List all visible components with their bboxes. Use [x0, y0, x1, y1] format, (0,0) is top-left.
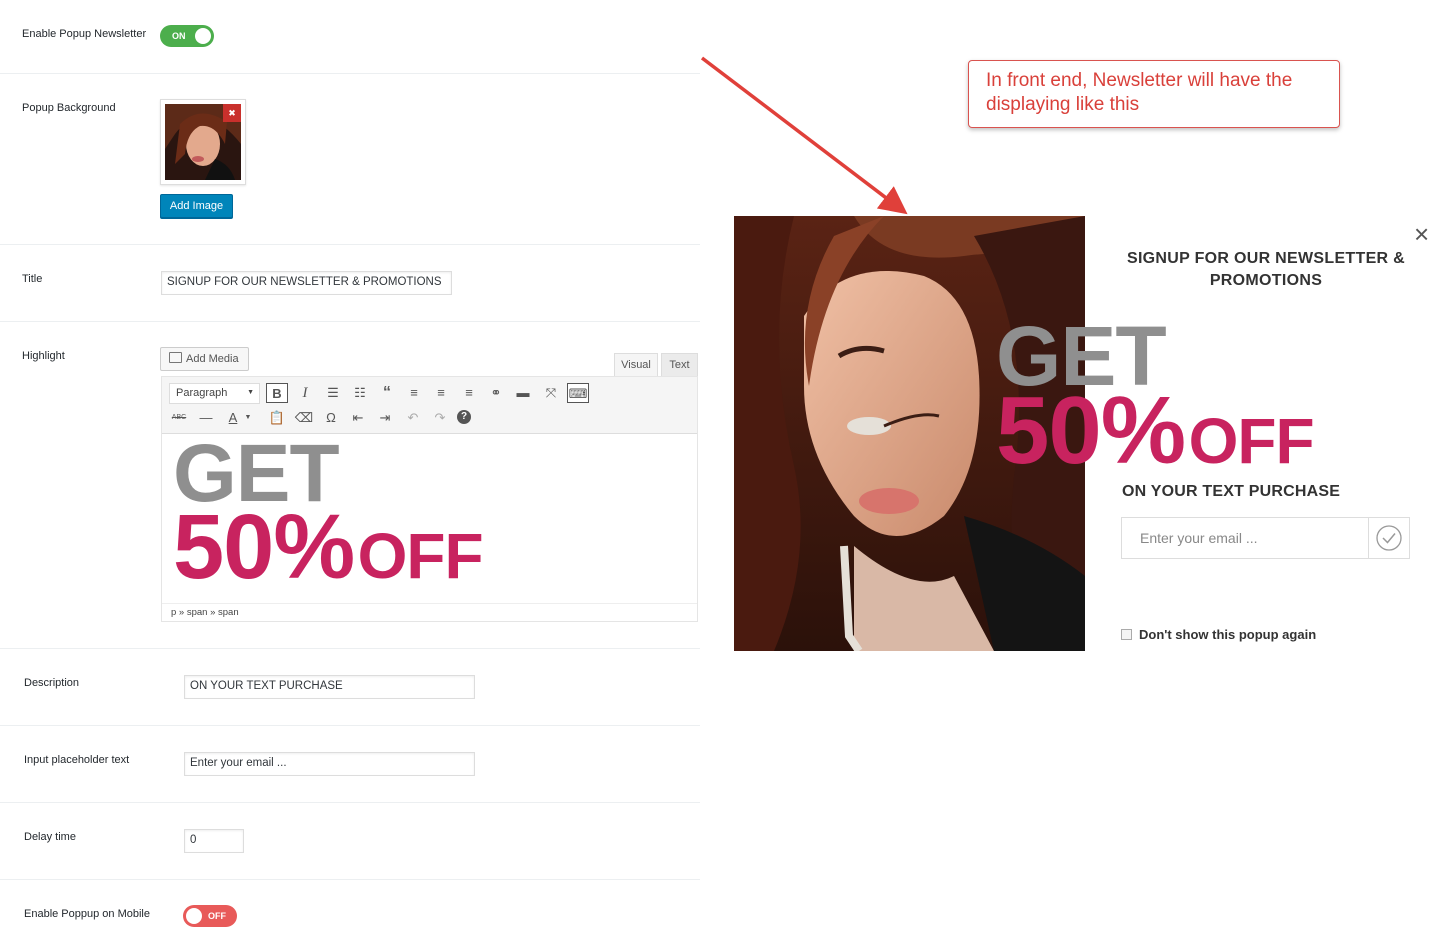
- popup-description: ON YOUR TEXT PURCHASE: [1122, 483, 1341, 500]
- dont-show-checkbox[interactable]: [1121, 629, 1132, 640]
- popup-percent-text: 50%: [996, 377, 1186, 484]
- popup-off-text: OFF: [1188, 405, 1315, 477]
- popup-submit-button[interactable]: [1368, 518, 1409, 558]
- popup-email-form: Enter your email ...: [1121, 517, 1410, 559]
- newsletter-popup: × SIGNUP FOR OUR NEWSLETTER & PROMOTIONS…: [734, 216, 1434, 651]
- close-icon[interactable]: ×: [1414, 221, 1429, 247]
- check-circle-icon: [1376, 525, 1402, 551]
- popup-title: SIGNUP FOR OUR NEWSLETTER & PROMOTIONS: [1126, 250, 1406, 289]
- dont-show-label: Don't show this popup again: [1139, 627, 1317, 642]
- popup-email-input[interactable]: Enter your email ...: [1140, 530, 1258, 546]
